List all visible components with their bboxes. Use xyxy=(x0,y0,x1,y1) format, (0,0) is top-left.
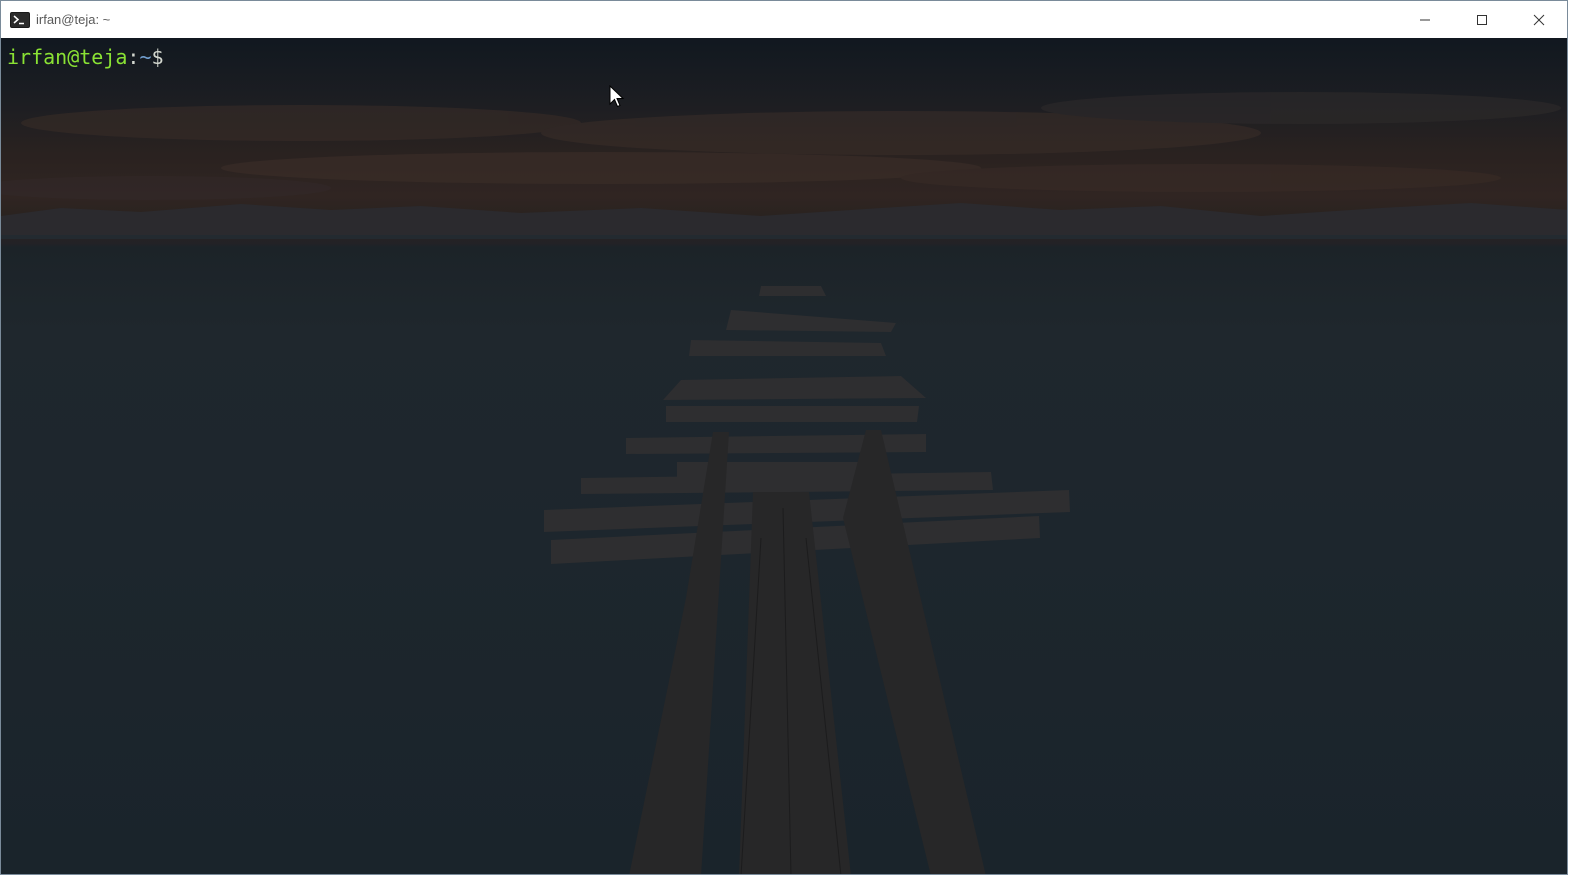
window-controls xyxy=(1396,1,1567,38)
prompt-separator: : xyxy=(127,45,140,69)
background-image xyxy=(1,92,1567,874)
prompt-user-host: irfan@teja xyxy=(7,45,128,69)
minimize-button[interactable] xyxy=(1396,1,1453,38)
shell-prompt[interactable]: irfan@teja:~$ xyxy=(7,45,164,69)
minimize-icon xyxy=(1419,19,1430,20)
mouse-pointer-icon xyxy=(609,85,625,108)
prompt-symbol: $ xyxy=(151,45,164,69)
prompt-path: ~ xyxy=(139,45,152,69)
maximize-icon xyxy=(1476,14,1487,25)
close-icon xyxy=(1533,14,1544,25)
maximize-button[interactable] xyxy=(1453,1,1510,38)
window-title: irfan@teja: ~ xyxy=(36,12,111,27)
terminal-icon[interactable] xyxy=(10,11,30,28)
terminal-window: irfan@teja: ~ irfan@teja:~$ xyxy=(0,0,1568,875)
close-button[interactable] xyxy=(1510,1,1567,38)
title-bar[interactable]: irfan@teja: ~ xyxy=(1,1,1567,38)
terminal-area[interactable]: irfan@teja:~$ xyxy=(1,38,1567,874)
